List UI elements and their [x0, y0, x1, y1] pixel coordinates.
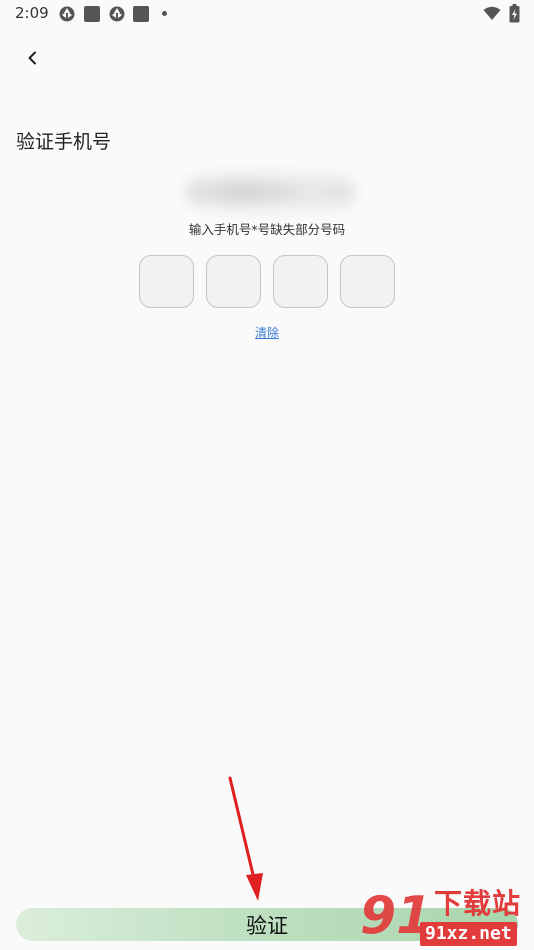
- aperture-icon: [109, 6, 125, 22]
- page-title: 验证手机号: [16, 131, 112, 153]
- watermark-url: 91xz.net: [420, 922, 517, 946]
- clear-link[interactable]: 清除: [0, 324, 534, 341]
- chevron-left-icon: [28, 51, 36, 65]
- watermark-site-name: 下载站: [434, 887, 522, 920]
- code-input-4[interactable]: [340, 255, 395, 308]
- code-input-2[interactable]: [206, 255, 261, 308]
- code-input-1[interactable]: [139, 255, 194, 308]
- annotation-arrow-icon: [228, 776, 263, 901]
- screen: 2:09 验证手机号 输入手机号*号缺失部分号码 清除 验证 91 下载站 91…: [0, 0, 534, 950]
- aperture-icon: [59, 6, 75, 22]
- battery-charging-icon: [509, 4, 520, 23]
- wifi-icon: [483, 6, 501, 20]
- blurred-phone-number: [185, 170, 355, 214]
- code-input-group: [139, 255, 395, 308]
- app-square-icon: [133, 6, 149, 22]
- status-time: 2:09: [15, 4, 49, 22]
- app-square-icon: [84, 6, 100, 22]
- status-bar: 2:09: [0, 0, 534, 28]
- site-watermark: 91 下载站 91xz.net: [360, 886, 534, 950]
- code-input-3[interactable]: [273, 255, 328, 308]
- dot-icon: [162, 11, 167, 16]
- input-hint: 输入手机号*号缺失部分号码: [188, 222, 346, 237]
- back-button[interactable]: [18, 44, 46, 72]
